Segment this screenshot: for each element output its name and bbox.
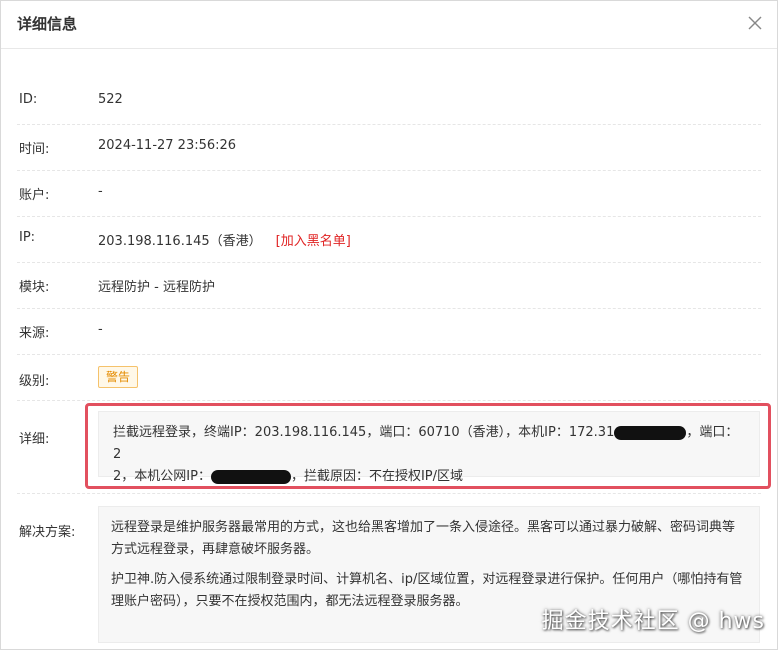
detail-highlight-frame [85,403,771,489]
close-icon [748,16,762,30]
row-source: 来源: - [17,309,761,355]
level-badge: 警告 [98,366,139,388]
id-label: ID: [19,92,38,107]
time-value: 2024-11-27 23:56:26 [98,138,237,153]
source-value: - [98,322,103,337]
detail-label: 详细: [19,432,50,447]
detail-dialog: 详细信息 ID: 522 时间: 2024-11-27 23:56:26 账户:… [0,0,778,650]
dialog-title: 详细信息 [17,15,78,33]
level-label: 级别: [19,374,50,389]
row-ip: IP: 203.198.116.145（香港） [加入黑名单] [17,217,761,263]
row-level: 级别: 警告 [17,355,761,401]
time-label: 时间: [19,142,50,157]
add-to-blacklist-link[interactable]: [加入黑名单] [276,234,351,249]
row-id: ID: 522 [17,79,761,125]
id-value: 522 [98,92,123,107]
watermark: 掘金技术社区 @ hws [541,609,765,634]
module-value: 远程防护 - 远程防护 [98,280,215,295]
ip-value: 203.198.116.145（香港） [98,234,262,249]
row-module: 模块: 远程防护 - 远程防护 [17,263,761,309]
module-label: 模块: [19,280,50,295]
row-time: 时间: 2024-11-27 23:56:26 [17,125,761,171]
account-value: - [98,184,103,199]
dialog-header: 详细信息 [1,1,777,49]
ip-label: IP: [19,230,36,245]
ip-value-group: 203.198.116.145（香港） [加入黑名单] [98,230,351,249]
source-label: 来源: [19,326,50,341]
solution-paragraph-1: 远程登录是维护服务器最常用的方式，这也给黑客增加了一条入侵途径。黑客可以通过暴力… [111,520,736,557]
solution-label: 解决方案: [19,525,76,540]
account-label: 账户: [19,188,50,203]
close-button[interactable] [747,15,767,35]
row-account: 账户: - [17,171,761,217]
